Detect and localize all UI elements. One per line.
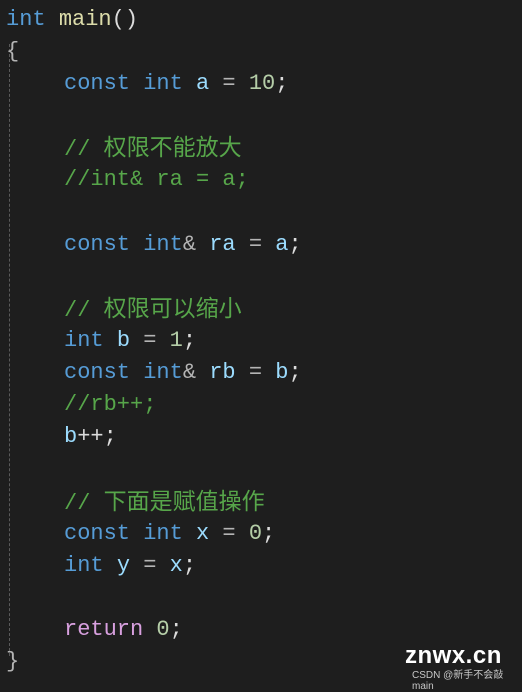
code-line: const int x = 0;: [64, 518, 275, 550]
code-token: a: [275, 232, 289, 257]
code-token: (): [111, 7, 139, 32]
code-token: ;: [182, 553, 197, 578]
code-token: 权限可以缩小: [103, 296, 242, 322]
code-token: &: [182, 360, 210, 385]
code-editor[interactable]: int main() { const int a = 10; // 权限不能放大…: [0, 0, 522, 683]
code-token: 1: [169, 328, 183, 353]
code-token: ;: [288, 232, 302, 257]
code-token: //: [64, 137, 104, 162]
code-line: const int a = 10;: [64, 68, 288, 100]
code-token: 0: [248, 521, 263, 546]
code-line: int b = 1;: [64, 325, 196, 357]
code-token: int: [143, 71, 183, 96]
code-token: =: [130, 328, 170, 353]
code-token: 下面是赋值操作: [103, 489, 265, 515]
code-token: }: [6, 649, 20, 674]
code-token: =: [209, 71, 249, 96]
code-token: ++;: [77, 424, 117, 449]
code-token: ;: [288, 360, 302, 385]
code-token: {: [6, 39, 20, 64]
code-token: y: [116, 553, 131, 578]
code-token: //: [64, 298, 104, 323]
code-line: const int& rb = b;: [64, 357, 302, 389]
code-line: {: [6, 36, 19, 68]
code-line: return 0;: [64, 614, 183, 646]
code-line: int main(): [6, 4, 138, 36]
code-line: // 权限可以缩小: [64, 293, 242, 325]
code-token: b: [64, 424, 78, 449]
code-token: //int& ra = a;: [64, 167, 249, 192]
indent-guide: [9, 44, 10, 656]
code-line: int y = x;: [64, 550, 196, 582]
code-line: const int& ra = a;: [64, 229, 302, 261]
watermark-credit: CSDN @新手不会敲main: [412, 670, 504, 692]
code-token: b: [116, 328, 131, 353]
code-line: //int& ra = a;: [64, 164, 249, 196]
code-token: &: [182, 232, 210, 257]
code-token: ra: [209, 232, 236, 257]
code-token: return: [64, 617, 144, 642]
code-token: int: [6, 7, 46, 32]
code-token: rb: [209, 360, 236, 385]
code-token: x: [169, 553, 183, 578]
code-token: //rb++;: [64, 392, 157, 417]
code-token: const: [64, 521, 131, 546]
code-token: ;: [275, 71, 289, 96]
code-token: const: [64, 71, 131, 96]
code-token: ;: [182, 328, 197, 353]
code-token: ;: [169, 617, 183, 642]
code-token: =: [209, 521, 249, 546]
code-token: const: [64, 360, 131, 385]
code-token: 0: [156, 617, 170, 642]
code-token: const: [64, 232, 131, 257]
code-line: // 下面是赋值操作: [64, 486, 265, 518]
code-token: b: [275, 360, 289, 385]
code-token: int: [143, 521, 183, 546]
code-token: 权限不能放大: [103, 135, 242, 161]
code-token: =: [235, 232, 276, 257]
code-line: b++;: [64, 421, 117, 453]
code-line: }: [6, 646, 19, 678]
code-token: int: [64, 553, 104, 578]
code-token: =: [235, 360, 276, 385]
code-token: x: [196, 521, 210, 546]
code-token: main: [58, 7, 112, 32]
code-line: // 权限不能放大: [64, 132, 242, 164]
code-token: =: [130, 553, 170, 578]
code-token: 10: [248, 71, 276, 96]
code-token: ;: [262, 521, 276, 546]
code-token: int: [143, 360, 183, 385]
code-line: //rb++;: [64, 389, 156, 421]
code-token: //: [64, 491, 104, 516]
code-token: a: [196, 71, 210, 96]
code-token: int: [64, 328, 104, 353]
code-token: int: [143, 232, 183, 257]
